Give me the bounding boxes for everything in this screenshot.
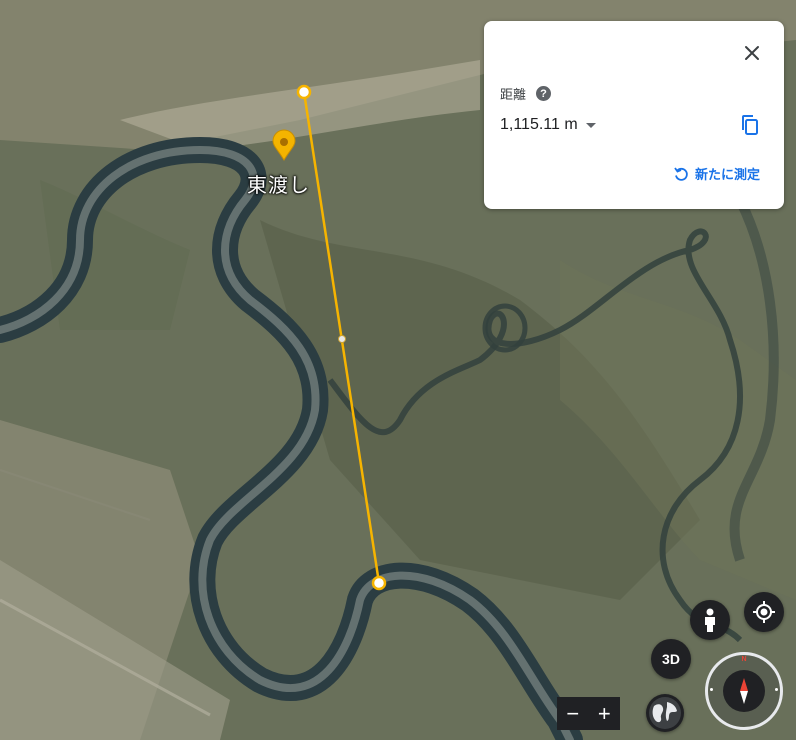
zoom-in-button[interactable]: + [598,702,611,725]
compass-north-label: N [741,656,747,663]
distance-unit-dropdown[interactable]: 1,115.11 m [500,116,596,134]
measure-midpoint[interactable] [338,335,346,343]
compass-icon [740,678,748,704]
zoom-out-button[interactable]: − [566,702,579,725]
my-location-button[interactable] [744,592,784,632]
refresh-icon [674,166,688,181]
distance-value: 1,115.11 m [500,116,578,133]
distance-label: 距離 [500,87,527,102]
globe-button[interactable] [646,694,684,732]
globe-icon [649,697,681,729]
my-location-icon [753,601,775,623]
pegman-icon [705,608,715,632]
compass-tick-east [775,688,778,691]
dropdown-caret-icon [585,122,596,128]
compass-control[interactable]: N [705,652,783,730]
compass-dial [723,670,765,712]
help-icon[interactable]: ? [536,86,552,101]
copy-icon[interactable] [738,113,762,137]
measure-start-point[interactable] [296,84,312,100]
measure-end-point[interactable] [371,575,387,591]
3d-toggle-button[interactable]: 3D [651,639,691,679]
remeasure-button[interactable]: 新たに測定 [673,164,760,183]
close-icon[interactable] [740,41,764,65]
measure-distance-panel: 距離 ? 1,115.11 m 新たに測定 [484,21,784,209]
distance-label-row: 距離 ? [500,84,552,103]
compass-tick-west [710,688,713,691]
zoom-control: − + [557,697,620,730]
place-label[interactable]: 東渡し [247,169,310,198]
street-view-button[interactable] [690,600,730,640]
remeasure-label: 新たに測定 [694,167,760,182]
